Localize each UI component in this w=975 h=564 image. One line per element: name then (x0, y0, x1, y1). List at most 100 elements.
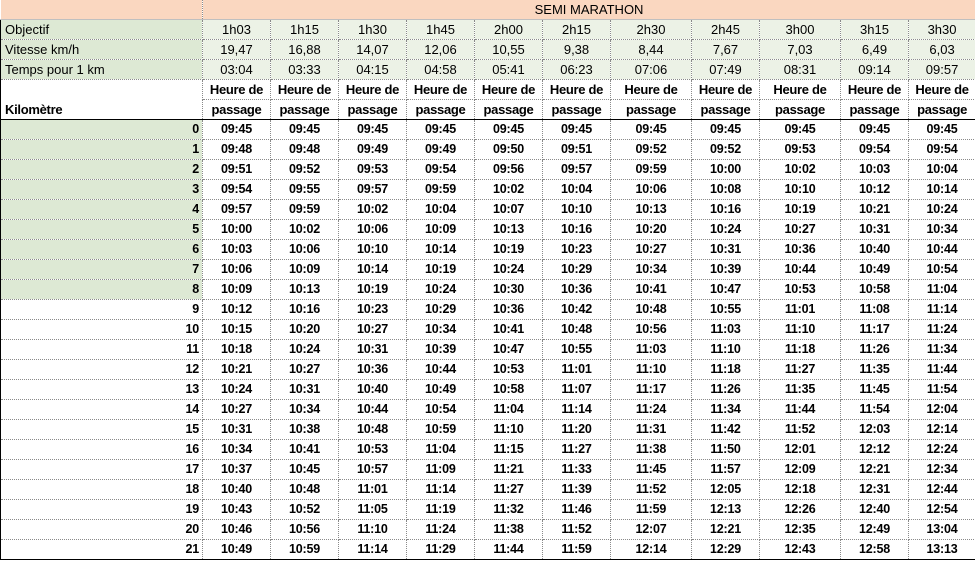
passage-time-cell[interactable]: 10:34 (270, 399, 339, 420)
passage-time-cell[interactable]: 09:52 (691, 139, 760, 160)
passage-time-cell[interactable]: 10:19 (759, 199, 841, 220)
passage-time-cell[interactable]: 11:27 (759, 359, 841, 380)
passage-time-cell[interactable]: 10:21 (202, 359, 271, 380)
passage-time-cell[interactable]: 10:10 (759, 179, 841, 200)
km-cell[interactable]: 15 (0, 419, 203, 440)
passage-time-cell[interactable]: 10:38 (270, 419, 339, 440)
passage-time-cell[interactable]: 09:48 (202, 139, 271, 160)
passage-time-cell[interactable]: 10:06 (202, 259, 271, 280)
passage-time-cell[interactable]: 11:57 (691, 459, 760, 480)
passage-time-cell[interactable]: 10:47 (691, 279, 760, 300)
vitesse-cell[interactable]: 8,44 (610, 39, 692, 60)
passage-time-cell[interactable]: 10:41 (270, 439, 339, 460)
passage-time-cell[interactable]: 09:56 (474, 159, 543, 180)
passage-time-cell[interactable]: 11:10 (691, 339, 760, 360)
col-header-line2[interactable]: passage (908, 99, 975, 120)
temps-cell[interactable]: 03:33 (270, 59, 339, 80)
passage-time-cell[interactable]: 10:29 (542, 259, 611, 280)
km-cell[interactable]: 7 (0, 259, 203, 280)
passage-time-cell[interactable]: 10:57 (338, 459, 407, 480)
passage-time-cell[interactable]: 10:37 (202, 459, 271, 480)
passage-time-cell[interactable]: 11:52 (542, 519, 611, 540)
passage-time-cell[interactable]: 10:10 (338, 239, 407, 260)
passage-time-cell[interactable]: 11:27 (542, 439, 611, 460)
col-header-line1[interactable]: Heure de (270, 79, 339, 100)
passage-time-cell[interactable]: 13:04 (908, 519, 975, 540)
temps-cell[interactable]: 09:57 (908, 59, 975, 80)
passage-time-cell[interactable]: 12:29 (691, 539, 760, 560)
col-header-line2[interactable]: passage (406, 99, 475, 120)
passage-time-cell[interactable]: 11:26 (840, 339, 909, 360)
passage-time-cell[interactable]: 09:54 (202, 179, 271, 200)
passage-time-cell[interactable]: 10:31 (270, 379, 339, 400)
passage-time-cell[interactable]: 10:02 (338, 199, 407, 220)
km-cell[interactable]: 18 (0, 479, 203, 500)
passage-time-cell[interactable]: 11:29 (406, 539, 475, 560)
passage-time-cell[interactable]: 09:59 (270, 199, 339, 220)
passage-time-cell[interactable]: 11:10 (338, 519, 407, 540)
passage-time-cell[interactable]: 11:46 (542, 499, 611, 520)
vitesse-cell[interactable]: 10,55 (474, 39, 543, 60)
passage-time-cell[interactable]: 09:45 (270, 119, 339, 140)
passage-time-cell[interactable]: 10:12 (840, 179, 909, 200)
passage-time-cell[interactable]: 11:18 (691, 359, 760, 380)
passage-time-cell[interactable]: 11:17 (610, 379, 692, 400)
passage-time-cell[interactable]: 11:05 (338, 499, 407, 520)
passage-time-cell[interactable]: 09:45 (840, 119, 909, 140)
passage-time-cell[interactable]: 10:04 (542, 179, 611, 200)
passage-time-cell[interactable]: 10:24 (691, 219, 760, 240)
passage-time-cell[interactable]: 12:03 (840, 419, 909, 440)
passage-time-cell[interactable]: 10:39 (691, 259, 760, 280)
passage-time-cell[interactable]: 10:56 (610, 319, 692, 340)
passage-time-cell[interactable]: 11:15 (474, 439, 543, 460)
passage-time-cell[interactable]: 11:50 (691, 439, 760, 460)
passage-time-cell[interactable]: 11:34 (691, 399, 760, 420)
passage-time-cell[interactable]: 09:49 (406, 139, 475, 160)
passage-time-cell[interactable]: 11:38 (474, 519, 543, 540)
passage-time-cell[interactable]: 09:53 (759, 139, 841, 160)
passage-time-cell[interactable]: 10:30 (474, 279, 543, 300)
passage-time-cell[interactable]: 10:23 (338, 299, 407, 320)
passage-time-cell[interactable]: 11:14 (542, 399, 611, 420)
col-header-line1[interactable]: Heure de (338, 79, 407, 100)
passage-time-cell[interactable]: 11:04 (474, 399, 543, 420)
passage-time-cell[interactable]: 10:00 (202, 219, 271, 240)
passage-time-cell[interactable]: 09:45 (610, 119, 692, 140)
km-cell[interactable]: 17 (0, 459, 203, 480)
passage-time-cell[interactable]: 10:40 (840, 239, 909, 260)
temps-cell[interactable]: 04:15 (338, 59, 407, 80)
km-cell[interactable]: 3 (0, 179, 203, 200)
passage-time-cell[interactable]: 12:26 (759, 499, 841, 520)
passage-time-cell[interactable]: 11:59 (542, 539, 611, 560)
passage-time-cell[interactable]: 10:34 (406, 319, 475, 340)
passage-time-cell[interactable]: 10:31 (691, 239, 760, 260)
passage-time-cell[interactable]: 11:44 (474, 539, 543, 560)
objectif-label[interactable]: Objectif (0, 19, 203, 40)
passage-time-cell[interactable]: 09:57 (542, 159, 611, 180)
passage-time-cell[interactable]: 11:31 (610, 419, 692, 440)
km-cell[interactable]: 0 (0, 119, 203, 140)
passage-time-cell[interactable]: 11:14 (338, 539, 407, 560)
km-cell[interactable]: 1 (0, 139, 203, 160)
passage-time-cell[interactable]: 10:58 (840, 279, 909, 300)
km-cell[interactable]: 20 (0, 519, 203, 540)
passage-time-cell[interactable]: 11:01 (338, 479, 407, 500)
sheet-title[interactable]: SEMI MARATHON (202, 0, 975, 20)
passage-time-cell[interactable]: 11:32 (474, 499, 543, 520)
passage-time-cell[interactable]: 10:27 (270, 359, 339, 380)
col-header-line1[interactable]: Heure de (759, 79, 841, 100)
passage-time-cell[interactable]: 11:35 (840, 359, 909, 380)
passage-time-cell[interactable]: 10:13 (270, 279, 339, 300)
km-cell[interactable]: 19 (0, 499, 203, 520)
passage-time-cell[interactable]: 09:57 (338, 179, 407, 200)
passage-time-cell[interactable]: 10:09 (202, 279, 271, 300)
passage-time-cell[interactable]: 10:36 (759, 239, 841, 260)
passage-time-cell[interactable]: 10:03 (840, 159, 909, 180)
passage-time-cell[interactable]: 10:40 (202, 479, 271, 500)
passage-time-cell[interactable]: 12:58 (840, 539, 909, 560)
passage-time-cell[interactable]: 10:24 (474, 259, 543, 280)
vitesse-cell[interactable]: 7,03 (759, 39, 841, 60)
passage-time-cell[interactable]: 12:14 (610, 539, 692, 560)
passage-time-cell[interactable]: 10:47 (474, 339, 543, 360)
passage-time-cell[interactable]: 09:51 (542, 139, 611, 160)
